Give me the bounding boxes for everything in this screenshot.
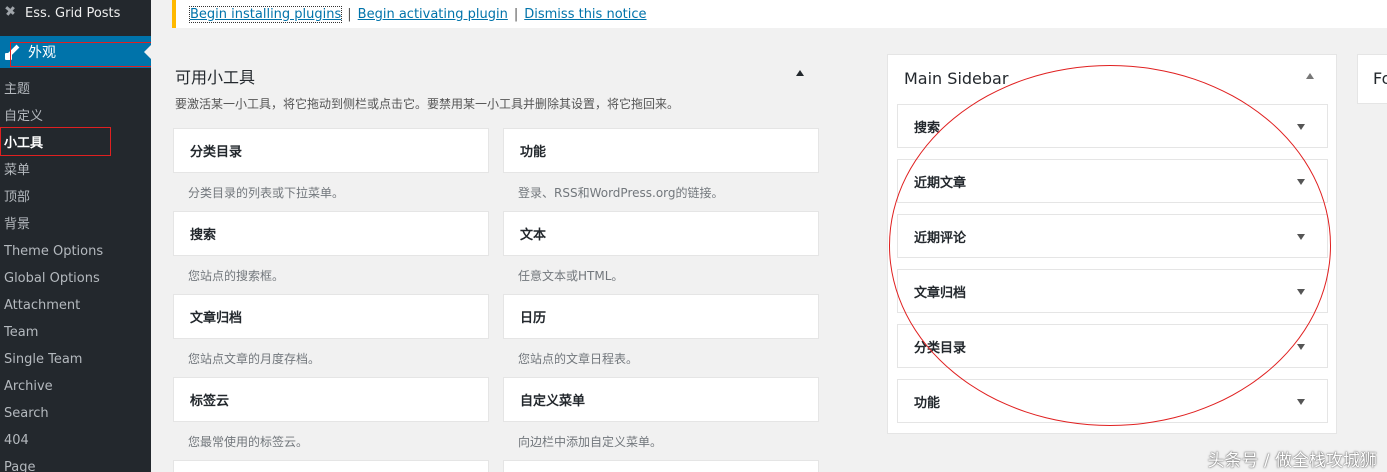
sidebar-widget-meta[interactable]: 功能 [897, 379, 1328, 423]
menu-item-ess-grid-posts[interactable]: Ess. Grid Posts [0, 0, 151, 26]
annotation-highlight-box [0, 127, 111, 156]
widget-description: 登录、RSS和WordPress.org的链接。 [518, 186, 724, 200]
widget-archives[interactable]: 文章归档 [173, 294, 489, 339]
expand-caret-icon[interactable] [1297, 399, 1305, 405]
submenu-item-archive[interactable]: Archive [0, 373, 151, 400]
widget-custom-menu[interactable]: 自定义菜单 [503, 377, 819, 422]
expand-caret-icon[interactable] [1297, 344, 1305, 350]
collapse-toggle-icon[interactable] [1306, 73, 1314, 79]
widget-partial[interactable] [173, 460, 489, 472]
available-widgets-description: 要激活某一小工具，将它拖动到侧栏或点击它。要禁用某一小工具并删除其设置，将它拖回… [175, 97, 680, 111]
plugin-notice: Begin installing plugins | Begin activat… [172, 0, 1387, 28]
widget-description: 您站点文章的月度存档。 [188, 352, 321, 366]
sidebar-widget-label: 近期评论 [914, 230, 967, 246]
dismiss-notice-link[interactable]: Dismiss this notice [524, 7, 646, 22]
submenu-item-widgets[interactable]: 小工具 [0, 127, 151, 157]
next-sidebar-panel: Fo [1357, 54, 1387, 104]
submenu-item-single-team[interactable]: Single Team [0, 346, 151, 373]
widget-tag-cloud[interactable]: 标签云 [173, 377, 489, 422]
available-widgets-title: 可用小工具 [175, 68, 256, 87]
widget-meta[interactable]: 功能 [503, 128, 819, 173]
sidebar-widget-label: 搜索 [914, 120, 941, 136]
expand-caret-icon[interactable] [1297, 179, 1305, 185]
sidebar-widget-label: 近期文章 [914, 175, 967, 191]
next-sidebar-title[interactable]: Fo [1373, 69, 1387, 88]
widget-calendar[interactable]: 日历 [503, 294, 819, 339]
submenu-item-theme-options[interactable]: Theme Options [0, 238, 151, 265]
submenu-item-background[interactable]: 背景 [0, 211, 151, 238]
main-sidebar-title[interactable]: Main Sidebar [904, 69, 1008, 88]
sidebar-widget-label: 分类目录 [914, 340, 967, 356]
sidebar-widget-label: 文章归档 [914, 285, 967, 301]
expand-caret-icon[interactable] [1297, 234, 1305, 240]
menu-item-appearance[interactable]: 外观 [0, 36, 151, 68]
submenu-item-404[interactable]: 404 [0, 427, 151, 454]
widget-description: 您站点的文章日程表。 [518, 352, 639, 366]
submenu-item-themes[interactable]: 主题 [0, 76, 151, 103]
widget-description: 向边栏中添加自定义菜单。 [518, 435, 663, 449]
widget-search[interactable]: 搜索 [173, 211, 489, 256]
menu-item-label: Ess. Grid Posts [25, 5, 121, 21]
widget-partial[interactable] [503, 460, 819, 472]
expand-caret-icon[interactable] [1297, 124, 1305, 130]
begin-installing-plugins-link[interactable]: Begin installing plugins [188, 5, 343, 23]
sidebar-widget-recent-posts[interactable]: 近期文章 [897, 159, 1328, 203]
submenu-item-header[interactable]: 顶部 [0, 184, 151, 211]
collapse-toggle-icon[interactable] [796, 70, 804, 76]
submenu-item-search[interactable]: Search [0, 400, 151, 427]
main-sidebar-panel: Main Sidebar 搜索 近期文章 近期评论 文章归档 分类目录 功能 [887, 54, 1337, 434]
submenu-item-menus[interactable]: 菜单 [0, 157, 151, 184]
admin-sidebar: Ess. Grid Posts 外观 主题 自定义 小工具 菜单 顶部 背景 T… [0, 0, 151, 472]
appearance-submenu: 主题 自定义 小工具 菜单 顶部 背景 Theme Options Global… [0, 76, 151, 472]
submenu-item-customize[interactable]: 自定义 [0, 103, 151, 130]
annotation-highlight-box [10, 42, 151, 67]
submenu-item-attachment[interactable]: Attachment [0, 292, 151, 319]
pin-icon [3, 6, 17, 20]
expand-caret-icon[interactable] [1297, 289, 1305, 295]
sidebar-widget-search[interactable]: 搜索 [897, 104, 1328, 148]
notice-separator: | [513, 6, 519, 22]
sidebar-widget-recent-comments[interactable]: 近期评论 [897, 214, 1328, 258]
submenu-item-team[interactable]: Team [0, 319, 151, 346]
submenu-item-page[interactable]: Page [0, 454, 151, 472]
sidebar-widget-label: 功能 [914, 395, 941, 411]
widget-categories[interactable]: 分类目录 [173, 128, 489, 173]
active-menu-arrow [144, 45, 151, 59]
sidebar-widget-archives[interactable]: 文章归档 [897, 269, 1328, 313]
notice-separator: | [347, 6, 352, 22]
widget-description: 您最常使用的标签云。 [188, 435, 309, 449]
widget-description: 分类目录的列表或下拉菜单。 [188, 186, 345, 200]
watermark: 头条号 / 做全栈攻城狮 [1207, 451, 1377, 471]
widget-text[interactable]: 文本 [503, 211, 819, 256]
submenu-item-global-options[interactable]: Global Options [0, 265, 151, 292]
widget-description: 任意文本或HTML。 [518, 269, 624, 283]
sidebar-widget-categories[interactable]: 分类目录 [897, 324, 1328, 368]
begin-activating-plugin-link[interactable]: Begin activating plugin [358, 7, 508, 22]
widget-description: 您站点的搜索框。 [188, 269, 285, 283]
